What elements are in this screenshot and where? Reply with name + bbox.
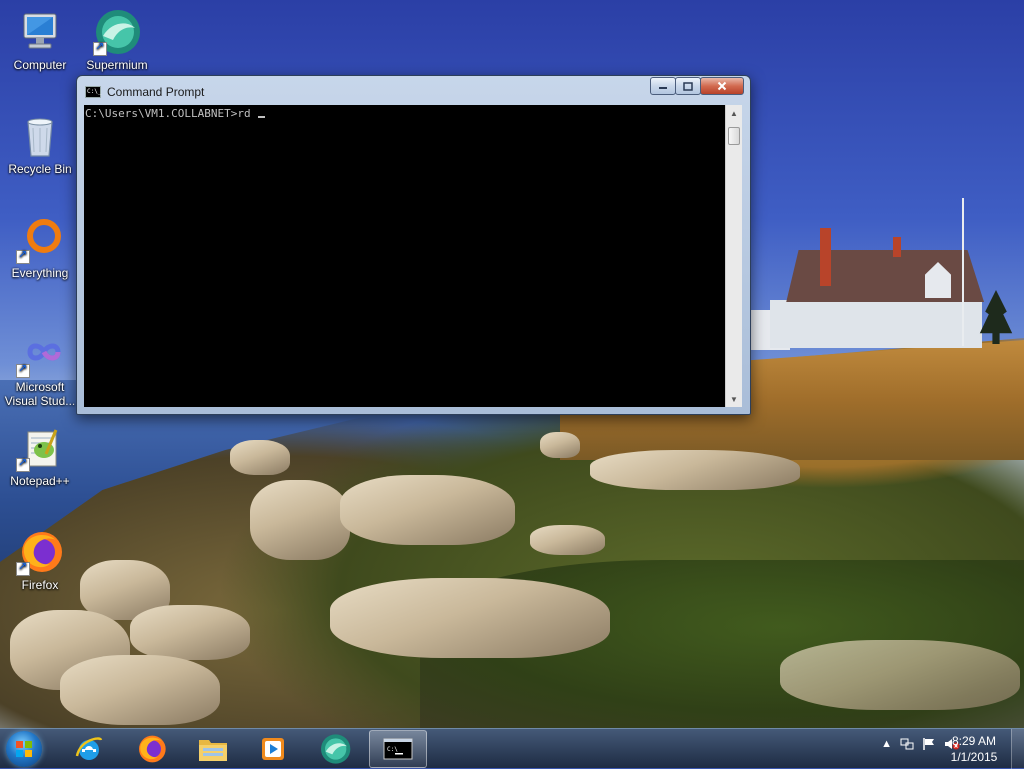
wallpaper-rock <box>780 640 1020 710</box>
wallpaper-rock <box>540 432 580 458</box>
media-player-icon <box>262 738 284 760</box>
window-titlebar[interactable]: C:\_ Command Prompt <box>85 82 204 102</box>
computer-icon <box>16 8 64 56</box>
console-prompt-line: C:\Users\VM1.COLLABNET>rd <box>85 107 258 120</box>
wallpaper-rock <box>250 480 350 560</box>
notepad-plus-plus-icon <box>16 424 64 472</box>
start-button[interactable] <box>6 731 42 767</box>
taskbar-supermium[interactable] <box>306 730 364 768</box>
wallpaper-house-roof <box>786 250 984 302</box>
wallpaper-rock <box>340 475 515 545</box>
close-button[interactable] <box>700 77 744 95</box>
clock-date: 1/1/2015 <box>950 750 998 764</box>
maximize-button[interactable] <box>675 77 701 95</box>
desktop-icon-recycle-bin[interactable]: Recycle Bin <box>3 112 77 176</box>
scroll-up-arrow-icon[interactable]: ▲ <box>726 105 742 121</box>
clock-time: 8:29 AM <box>951 734 997 748</box>
close-icon <box>717 81 727 91</box>
wallpaper-chimney <box>893 237 901 257</box>
wallpaper-rock <box>530 525 605 555</box>
firefox-icon <box>16 528 64 576</box>
show-hidden-icons-arrow[interactable]: ▲ <box>881 738 892 750</box>
network-icon[interactable] <box>900 737 914 751</box>
vertical-scrollbar[interactable]: ▲ ▼ <box>725 105 742 407</box>
taskbar: C:\ ▲ 8:29 AM 1/1/2015 <box>0 728 1024 769</box>
command-prompt-window[interactable]: C:\_ Command Prompt C:\Users\VM1.COLLABN… <box>76 75 751 415</box>
taskbar-internet-explorer[interactable] <box>60 730 118 768</box>
visual-studio-icon <box>16 330 64 378</box>
recycle-bin-icon <box>16 112 64 160</box>
clock[interactable]: 8:29 AM 1/1/2015 <box>944 733 1004 765</box>
text-cursor <box>258 116 266 118</box>
maximize-icon <box>683 81 693 91</box>
wallpaper-chimney <box>820 228 831 286</box>
command-prompt-icon: C:\ <box>383 738 413 760</box>
supermium-icon <box>321 734 351 764</box>
window-title: Command Prompt <box>107 85 205 99</box>
svg-text:C:\: C:\ <box>387 746 398 753</box>
firefox-icon <box>139 735 166 763</box>
desktop-icon-visual-studio[interactable]: Microsoft Visual Stud... <box>3 330 77 408</box>
internet-explorer-icon <box>75 737 103 760</box>
wallpaper-house-body <box>770 300 982 348</box>
shortcut-arrow-icon <box>16 248 30 264</box>
desktop-icon-supermium[interactable]: Supermium <box>80 8 154 72</box>
show-desktop-button[interactable] <box>1011 729 1024 769</box>
command-prompt-icon: C:\_ <box>85 86 101 98</box>
scrollbar-thumb[interactable] <box>728 127 740 145</box>
scroll-down-arrow-icon[interactable]: ▼ <box>726 391 742 407</box>
shortcut-arrow-icon <box>16 362 30 378</box>
desktop-icon-everything[interactable]: Everything <box>3 216 77 280</box>
window-controls <box>650 77 744 95</box>
shortcut-arrow-icon <box>16 456 30 472</box>
shortcut-arrow-icon <box>16 560 30 576</box>
wallpaper-rock <box>590 450 800 490</box>
wallpaper-rock <box>60 655 220 725</box>
wallpaper-tree <box>979 290 1013 344</box>
action-center-flag-icon[interactable] <box>922 737 936 751</box>
taskbar-file-explorer[interactable] <box>184 730 242 768</box>
wallpaper-rock <box>230 440 290 475</box>
console-output[interactable]: C:\Users\VM1.COLLABNET>rd <box>84 105 725 407</box>
shortcut-arrow-icon <box>93 40 107 56</box>
taskbar-command-prompt[interactable]: C:\ <box>369 730 427 768</box>
wallpaper-rock <box>330 578 610 658</box>
minimize-icon <box>659 87 667 89</box>
supermium-icon <box>93 8 141 56</box>
wallpaper-flagpole <box>962 198 964 346</box>
desktop-icon-notepad-plus-plus[interactable]: Notepad++ <box>3 424 77 488</box>
desktop-icon-computer[interactable]: Computer <box>3 8 77 72</box>
file-explorer-icon <box>199 740 227 761</box>
wallpaper-rock <box>130 605 250 660</box>
everything-icon <box>16 216 64 264</box>
taskbar-media-player[interactable] <box>244 730 302 768</box>
minimize-button[interactable] <box>650 77 676 95</box>
desktop-icon-firefox[interactable]: Firefox <box>3 528 77 592</box>
taskbar-firefox[interactable] <box>122 730 180 768</box>
